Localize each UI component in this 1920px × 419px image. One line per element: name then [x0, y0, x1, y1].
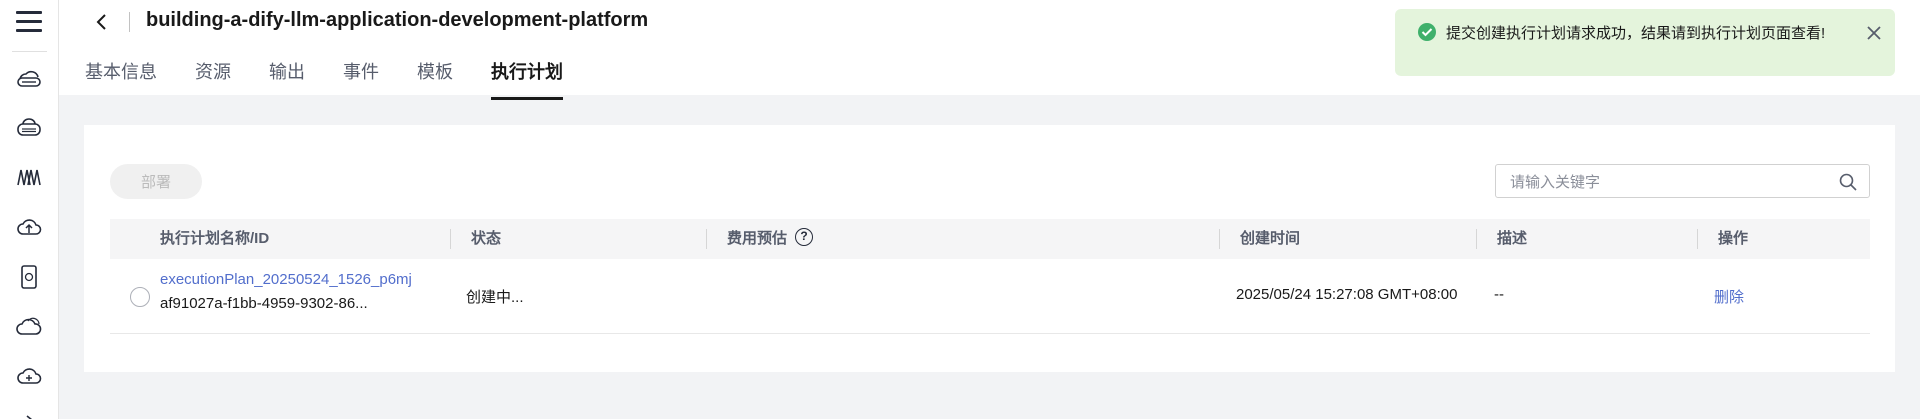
column-divider[interactable]	[1219, 229, 1220, 249]
success-check-icon	[1417, 22, 1437, 42]
title-divider	[129, 12, 130, 32]
waves-icon[interactable]	[15, 163, 43, 191]
success-toast: 提交创建执行计划请求成功，结果请到执行计划页面查看!	[1395, 9, 1895, 76]
column-divider[interactable]	[1476, 229, 1477, 249]
tab-events[interactable]: 事件	[343, 58, 379, 98]
chevron-right-icon[interactable]	[15, 406, 43, 419]
tab-execution-plans[interactable]: 执行计划	[491, 58, 563, 100]
table-row: executionPlan_20250524_1526_p6mj af91027…	[110, 259, 1870, 334]
cloud-layers-icon[interactable]	[15, 313, 43, 341]
cloud-upload-icon[interactable]	[15, 213, 43, 241]
back-arrow-icon[interactable]	[91, 10, 113, 34]
column-divider[interactable]	[450, 229, 451, 249]
column-header-created: 创建时间	[1240, 230, 1301, 247]
left-sidebar	[0, 0, 59, 419]
tab-resources[interactable]: 资源	[195, 58, 231, 98]
device-icon[interactable]	[15, 263, 43, 291]
description-text: --	[1494, 286, 1504, 303]
tab-bar: 基本信息 资源 输出 事件 模板 执行计划	[85, 58, 601, 100]
tab-outputs[interactable]: 输出	[269, 58, 305, 98]
plan-id: af91027a-f1bb-4959-9302-86...	[160, 295, 368, 312]
delete-link[interactable]: 删除	[1714, 286, 1744, 307]
table-header: 执行计划名称/ID 状态 费用预估? 创建时间 描述 操作	[110, 219, 1870, 259]
plan-name-link[interactable]: executionPlan_20250524_1526_p6mj	[160, 271, 412, 288]
help-icon[interactable]: ?	[795, 228, 814, 247]
created-time: 2025/05/24 15:27:08 GMT+08:00	[1236, 286, 1458, 303]
row-radio[interactable]	[130, 287, 150, 307]
hamburger-menu-icon[interactable]	[16, 11, 42, 33]
tab-template[interactable]: 模板	[417, 58, 453, 98]
column-header-name: 执行计划名称/ID	[160, 230, 270, 247]
search-box	[1495, 164, 1870, 198]
column-header-description: 描述	[1497, 230, 1528, 247]
status-text: 创建中...	[466, 289, 524, 306]
column-divider[interactable]	[706, 229, 707, 249]
deploy-button[interactable]: 部署	[110, 164, 202, 199]
tab-basic-info[interactable]: 基本信息	[85, 58, 157, 98]
cloud-database-icon[interactable]	[15, 114, 43, 142]
close-icon[interactable]	[1863, 22, 1885, 44]
execution-plan-card: 部署 执行计划名称/ID 状态 费用预估? 创建时间 描述 操作 executi…	[84, 125, 1895, 372]
search-input[interactable]	[1510, 172, 1810, 192]
column-header-cost: 费用预估?	[727, 219, 814, 259]
cost-label: 费用预估	[727, 230, 788, 247]
cloud-network-icon[interactable]	[15, 362, 43, 390]
search-icon[interactable]	[1838, 172, 1858, 192]
column-divider[interactable]	[1697, 229, 1698, 249]
cloud-server-icon[interactable]	[15, 65, 43, 93]
page-title: building-a-dify-llm-application-developm…	[146, 9, 649, 31]
column-header-actions: 操作	[1718, 230, 1749, 247]
column-header-status: 状态	[471, 230, 502, 247]
toast-message: 提交创建执行计划请求成功，结果请到执行计划页面查看!	[1446, 25, 1826, 42]
sidebar-divider	[12, 51, 47, 52]
